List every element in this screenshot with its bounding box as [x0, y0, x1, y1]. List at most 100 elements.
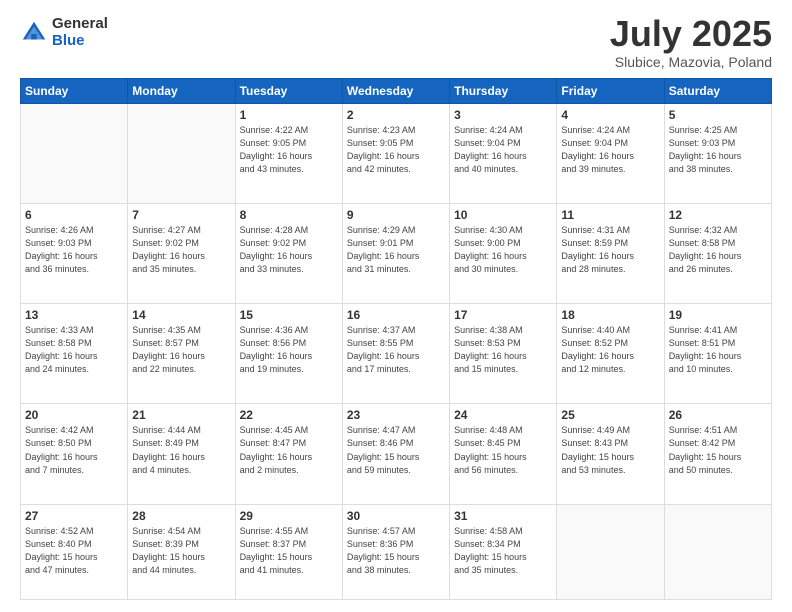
calendar-cell: 5 Sunrise: 4:25 AM Sunset: 9:03 PM Daylig…: [664, 104, 771, 204]
day-info: Sunrise: 4:48 AM Sunset: 8:45 PM Dayligh…: [454, 424, 552, 476]
calendar-cell: 6Sunrise: 4:26 AM Sunset: 9:03 PM Daylig…: [21, 204, 128, 304]
day-number: 9: [347, 208, 445, 222]
calendar-cell: [557, 504, 664, 599]
day-info: Sunrise: 4:28 AM Sunset: 9:02 PM Dayligh…: [240, 224, 338, 276]
calendar-week-row: 27Sunrise: 4:52 AM Sunset: 8:40 PM Dayli…: [21, 504, 772, 599]
day-info: Sunrise: 4:30 AM Sunset: 9:00 PM Dayligh…: [454, 224, 552, 276]
calendar-cell: 30Sunrise: 4:57 AM Sunset: 8:36 PM Dayli…: [342, 504, 449, 599]
day-number: 14: [132, 308, 230, 322]
day-info: Sunrise: 4:58 AM Sunset: 8:34 PM Dayligh…: [454, 525, 552, 577]
day-info: Sunrise: 4:49 AM Sunset: 8:43 PM Dayligh…: [561, 424, 659, 476]
page: General Blue July 2025 Slubice, Mazovia,…: [0, 0, 792, 612]
logo-text: General Blue: [52, 16, 108, 49]
calendar-cell: 4Sunrise: 4:24 AM Sunset: 9:04 PM Daylig…: [557, 104, 664, 204]
day-number: 5: [669, 108, 767, 122]
calendar-cell: 8 Sunrise: 4:28 AM Sunset: 9:02 PM Daylig…: [235, 204, 342, 304]
day-info: Sunrise: 4:51 AM Sunset: 8:42 PM Dayligh…: [669, 424, 767, 476]
month-year: July 2025: [610, 16, 772, 52]
calendar-cell: 7 Sunrise: 4:27 AM Sunset: 9:02 PM Daylig…: [128, 204, 235, 304]
calendar-cell: [21, 104, 128, 204]
day-info: Sunrise: 4:27 AM Sunset: 9:02 PM Dayligh…: [132, 224, 230, 276]
calendar-cell: 28 Sunrise: 4:54 AM Sunset: 8:39 PM Dayli…: [128, 504, 235, 599]
day-number: 25: [561, 408, 659, 422]
day-number: 28: [132, 509, 230, 523]
day-info: Sunrise: 4:42 AM Sunset: 8:50 PM Dayligh…: [25, 424, 123, 476]
day-number: 12: [669, 208, 767, 222]
calendar-cell: 26Sunrise: 4:51 AM Sunset: 8:42 PM Dayli…: [664, 404, 771, 504]
day-number: 8: [240, 208, 338, 222]
day-info: Sunrise: 4:35 AM Sunset: 8:57 PM Dayligh…: [132, 324, 230, 376]
day-number: 20: [25, 408, 123, 422]
location: Slubice, Mazovia, Poland: [610, 54, 772, 70]
calendar-header-saturday: Saturday: [664, 79, 771, 104]
day-info: Sunrise: 4:24 AM Sunset: 9:04 PM Dayligh…: [454, 124, 552, 176]
calendar-header-thursday: Thursday: [450, 79, 557, 104]
calendar-cell: 21 Sunrise: 4:44 AM Sunset: 8:49 PM Dayli…: [128, 404, 235, 504]
day-info: Sunrise: 4:44 AM Sunset: 8:49 PM Dayligh…: [132, 424, 230, 476]
calendar-cell: 1Sunrise: 4:22 AM Sunset: 9:05 PM Daylig…: [235, 104, 342, 204]
calendar-cell: [128, 104, 235, 204]
calendar-cell: 14 Sunrise: 4:35 AM Sunset: 8:57 PM Dayli…: [128, 304, 235, 404]
calendar-cell: 3 Sunrise: 4:24 AM Sunset: 9:04 PM Daylig…: [450, 104, 557, 204]
calendar-header-friday: Friday: [557, 79, 664, 104]
day-number: 22: [240, 408, 338, 422]
day-number: 3: [454, 108, 552, 122]
calendar-header-tuesday: Tuesday: [235, 79, 342, 104]
day-number: 27: [25, 509, 123, 523]
calendar-cell: 31Sunrise: 4:58 AM Sunset: 8:34 PM Dayli…: [450, 504, 557, 599]
day-number: 19: [669, 308, 767, 322]
day-number: 2: [347, 108, 445, 122]
day-info: Sunrise: 4:54 AM Sunset: 8:39 PM Dayligh…: [132, 525, 230, 577]
day-info: Sunrise: 4:29 AM Sunset: 9:01 PM Dayligh…: [347, 224, 445, 276]
day-info: Sunrise: 4:32 AM Sunset: 8:58 PM Dayligh…: [669, 224, 767, 276]
day-number: 4: [561, 108, 659, 122]
day-info: Sunrise: 4:33 AM Sunset: 8:58 PM Dayligh…: [25, 324, 123, 376]
day-number: 1: [240, 108, 338, 122]
calendar-cell: [664, 504, 771, 599]
calendar-table: SundayMondayTuesdayWednesdayThursdayFrid…: [20, 78, 772, 600]
calendar-cell: 9 Sunrise: 4:29 AM Sunset: 9:01 PM Daylig…: [342, 204, 449, 304]
day-number: 13: [25, 308, 123, 322]
day-number: 16: [347, 308, 445, 322]
calendar-header-row: SundayMondayTuesdayWednesdayThursdayFrid…: [21, 79, 772, 104]
day-number: 15: [240, 308, 338, 322]
day-number: 29: [240, 509, 338, 523]
calendar-week-row: 20 Sunrise: 4:42 AM Sunset: 8:50 PM Dayli…: [21, 404, 772, 504]
day-number: 11: [561, 208, 659, 222]
calendar-cell: 11 Sunrise: 4:31 AM Sunset: 8:59 PM Dayli…: [557, 204, 664, 304]
logo-general: General: [52, 16, 108, 33]
calendar-cell: 13 Sunrise: 4:33 AM Sunset: 8:58 PM Dayli…: [21, 304, 128, 404]
title-block: July 2025 Slubice, Mazovia, Poland: [610, 16, 772, 70]
calendar-cell: 15Sunrise: 4:36 AM Sunset: 8:56 PM Dayli…: [235, 304, 342, 404]
calendar-week-row: 13 Sunrise: 4:33 AM Sunset: 8:58 PM Dayli…: [21, 304, 772, 404]
calendar-cell: 10 Sunrise: 4:30 AM Sunset: 9:00 PM Dayli…: [450, 204, 557, 304]
calendar-cell: 20 Sunrise: 4:42 AM Sunset: 8:50 PM Dayli…: [21, 404, 128, 504]
logo-blue: Blue: [52, 33, 108, 50]
calendar-cell: 25 Sunrise: 4:49 AM Sunset: 8:43 PM Dayli…: [557, 404, 664, 504]
day-info: Sunrise: 4:47 AM Sunset: 8:46 PM Dayligh…: [347, 424, 445, 476]
calendar-cell: 23Sunrise: 4:47 AM Sunset: 8:46 PM Dayli…: [342, 404, 449, 504]
header: General Blue July 2025 Slubice, Mazovia,…: [20, 16, 772, 70]
calendar-cell: 17Sunrise: 4:38 AM Sunset: 8:53 PM Dayli…: [450, 304, 557, 404]
day-number: 18: [561, 308, 659, 322]
day-number: 17: [454, 308, 552, 322]
day-number: 21: [132, 408, 230, 422]
day-number: 6: [25, 208, 123, 222]
day-info: Sunrise: 4:23 AM Sunset: 9:05 PM Dayligh…: [347, 124, 445, 176]
calendar-header-wednesday: Wednesday: [342, 79, 449, 104]
logo: General Blue: [20, 16, 108, 49]
calendar-week-row: 6Sunrise: 4:26 AM Sunset: 9:03 PM Daylig…: [21, 204, 772, 304]
logo-icon: [20, 19, 48, 47]
calendar-week-row: 1Sunrise: 4:22 AM Sunset: 9:05 PM Daylig…: [21, 104, 772, 204]
day-info: Sunrise: 4:31 AM Sunset: 8:59 PM Dayligh…: [561, 224, 659, 276]
day-number: 7: [132, 208, 230, 222]
calendar-header-monday: Monday: [128, 79, 235, 104]
calendar-cell: 16Sunrise: 4:37 AM Sunset: 8:55 PM Dayli…: [342, 304, 449, 404]
day-number: 30: [347, 509, 445, 523]
calendar-cell: 19Sunrise: 4:41 AM Sunset: 8:51 PM Dayli…: [664, 304, 771, 404]
calendar-cell: 24Sunrise: 4:48 AM Sunset: 8:45 PM Dayli…: [450, 404, 557, 504]
day-number: 10: [454, 208, 552, 222]
calendar-cell: 18Sunrise: 4:40 AM Sunset: 8:52 PM Dayli…: [557, 304, 664, 404]
calendar-cell: 12 Sunrise: 4:32 AM Sunset: 8:58 PM Dayli…: [664, 204, 771, 304]
day-info: Sunrise: 4:25 AM Sunset: 9:03 PM Dayligh…: [669, 124, 767, 176]
